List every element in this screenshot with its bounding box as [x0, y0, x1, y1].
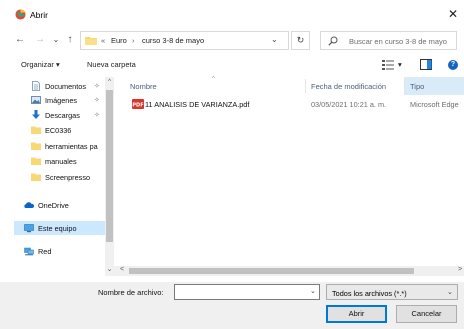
- file-row[interactable]: PDF 11 ANALISIS DE VARIANZA.pdf 03/05/20…: [122, 97, 464, 111]
- sidebar-item-screenpresso[interactable]: Screenpresso: [14, 170, 105, 184]
- refresh-button[interactable]: ↻: [291, 31, 310, 50]
- command-bar: Organizar ▾ Nueva carpeta ▾ ?: [0, 56, 464, 74]
- recent-locations-button[interactable]: ⌄: [49, 33, 63, 47]
- preview-pane-icon[interactable]: [420, 59, 432, 70]
- navigation-pane: Documentos ✧ Imágenes ✧ Descargas ✧ EC03…: [14, 77, 105, 267]
- sidebar-item-documentos[interactable]: Documentos ✧: [14, 79, 105, 93]
- sidebar-item-label: EC0336: [45, 126, 72, 135]
- file-modified: 03/05/2021 10:21 a. m.: [311, 100, 387, 109]
- svg-text:PDF: PDF: [132, 102, 143, 108]
- sidebar-item-label: Este equipo: [38, 224, 77, 233]
- file-name[interactable]: 11 ANALISIS DE VARIANZA.pdf: [145, 100, 249, 109]
- file-list-header: ^ Nombre Fecha de modificación Tipo: [122, 76, 464, 95]
- filename-label: Nombre de archivo:: [98, 288, 164, 297]
- pictures-icon: [31, 96, 41, 104]
- view-options-icon[interactable]: [382, 59, 394, 70]
- pin-icon: ✧: [94, 83, 100, 90]
- sidebar-item-label: Imágenes: [45, 96, 78, 105]
- breadcrumb-curso[interactable]: curso 3-8 de mayo: [142, 36, 204, 45]
- help-icon[interactable]: ?: [448, 60, 458, 70]
- address-dropdown-icon[interactable]: ⌄: [271, 35, 278, 44]
- scrollbar-thumb[interactable]: [106, 90, 113, 242]
- file-type: Microsoft Edge: [410, 100, 459, 109]
- column-separator[interactable]: [404, 79, 405, 93]
- pdf-file-icon: PDF: [132, 99, 144, 109]
- folder-icon: [31, 173, 41, 181]
- sort-up-icon: ^: [212, 76, 215, 82]
- sidebar-item-red[interactable]: Red: [14, 244, 105, 258]
- pin-icon: ✧: [94, 112, 100, 119]
- sidebar-item-onedrive[interactable]: OneDrive: [14, 198, 105, 212]
- sidebar-item-herramientas[interactable]: herramientas pa: [14, 139, 105, 153]
- view-dropdown-icon[interactable]: ▾: [398, 60, 402, 69]
- filter-value: Todos los archivos (*.*): [332, 289, 407, 298]
- pin-icon: ✧: [94, 97, 100, 104]
- search-box[interactable]: Buscar en curso 3-8 de mayo: [320, 31, 457, 50]
- address-overflow[interactable]: «: [101, 36, 105, 45]
- sidebar-item-manuales[interactable]: manuales: [14, 154, 105, 168]
- column-separator[interactable]: [305, 79, 306, 93]
- scrollbar-thumb[interactable]: [129, 268, 414, 274]
- sidebar-item-label: Documentos: [45, 82, 86, 91]
- window-title: Abrir: [30, 10, 48, 20]
- address-bar[interactable]: « Euro › curso 3-8 de mayo ⌄: [80, 31, 289, 50]
- sidebar-item-label: manuales: [45, 157, 77, 166]
- navigation-pane-scrollbar[interactable]: ^ ⌄: [105, 77, 114, 276]
- new-folder-button[interactable]: Nueva carpeta: [87, 60, 136, 69]
- forward-button[interactable]: →: [33, 33, 47, 47]
- onedrive-icon: [24, 202, 34, 208]
- file-list-scrollbar[interactable]: < >: [114, 266, 464, 276]
- folder-icon: [31, 126, 41, 134]
- computer-icon: [24, 224, 34, 233]
- search-input[interactable]: Buscar en curso 3-8 de mayo: [349, 37, 447, 46]
- navigation-bar: ← → ⌄ ↑ « Euro › curso 3-8 de mayo ⌄ ↻ B…: [0, 28, 464, 54]
- scroll-right-icon[interactable]: >: [458, 266, 462, 273]
- column-header-fecha[interactable]: Fecha de modificación: [311, 82, 386, 91]
- organize-menu[interactable]: Organizar ▾: [21, 60, 60, 69]
- sidebar-item-descargas[interactable]: Descargas ✧: [14, 108, 105, 122]
- column-header-tipo[interactable]: Tipo: [410, 82, 424, 91]
- app-icon: [15, 9, 26, 20]
- filename-dropdown-icon[interactable]: ⌄: [310, 287, 316, 295]
- sidebar-item-este-equipo[interactable]: Este equipo: [14, 221, 105, 235]
- filter-dropdown-icon[interactable]: ⌄: [447, 288, 453, 296]
- file-type-filter[interactable]: Todos los archivos (*.*) ⌄: [326, 284, 458, 300]
- open-button[interactable]: Abrir: [326, 305, 387, 323]
- scroll-down-icon[interactable]: ⌄: [105, 265, 114, 273]
- back-button[interactable]: ←: [13, 33, 27, 47]
- folder-icon: [31, 157, 41, 165]
- search-icon: [328, 36, 338, 46]
- sidebar-item-ec0336[interactable]: EC0336: [14, 123, 105, 137]
- dialog-footer: Nombre de archivo: ⌄ Todos los archivos …: [0, 282, 464, 329]
- column-header-nombre[interactable]: Nombre: [130, 82, 157, 91]
- breadcrumb-separator: ›: [132, 36, 135, 45]
- sidebar-item-label: Descargas: [45, 111, 80, 120]
- scroll-left-icon[interactable]: <: [120, 266, 124, 273]
- sidebar-item-label: herramientas pa: [45, 142, 98, 151]
- sidebar-item-label: Red: [38, 247, 52, 256]
- documents-icon: [32, 81, 40, 91]
- scroll-up-icon[interactable]: ^: [105, 79, 114, 85]
- downloads-icon: [32, 110, 40, 119]
- network-icon: [24, 247, 34, 256]
- sidebar-item-imagenes[interactable]: Imágenes ✧: [14, 93, 105, 107]
- sidebar-item-label: Screenpresso: [45, 173, 91, 182]
- cancel-button[interactable]: Cancelar: [396, 305, 457, 323]
- folder-icon: [85, 37, 97, 45]
- title-bar: Abrir ✕: [0, 0, 464, 28]
- filename-input[interactable]: ⌄: [174, 284, 320, 300]
- close-button[interactable]: ✕: [446, 6, 460, 22]
- up-button[interactable]: ↑: [63, 33, 77, 47]
- breadcrumb-euro[interactable]: Euro: [111, 36, 127, 45]
- sidebar-item-label: OneDrive: [38, 201, 69, 210]
- folder-icon: [31, 142, 41, 150]
